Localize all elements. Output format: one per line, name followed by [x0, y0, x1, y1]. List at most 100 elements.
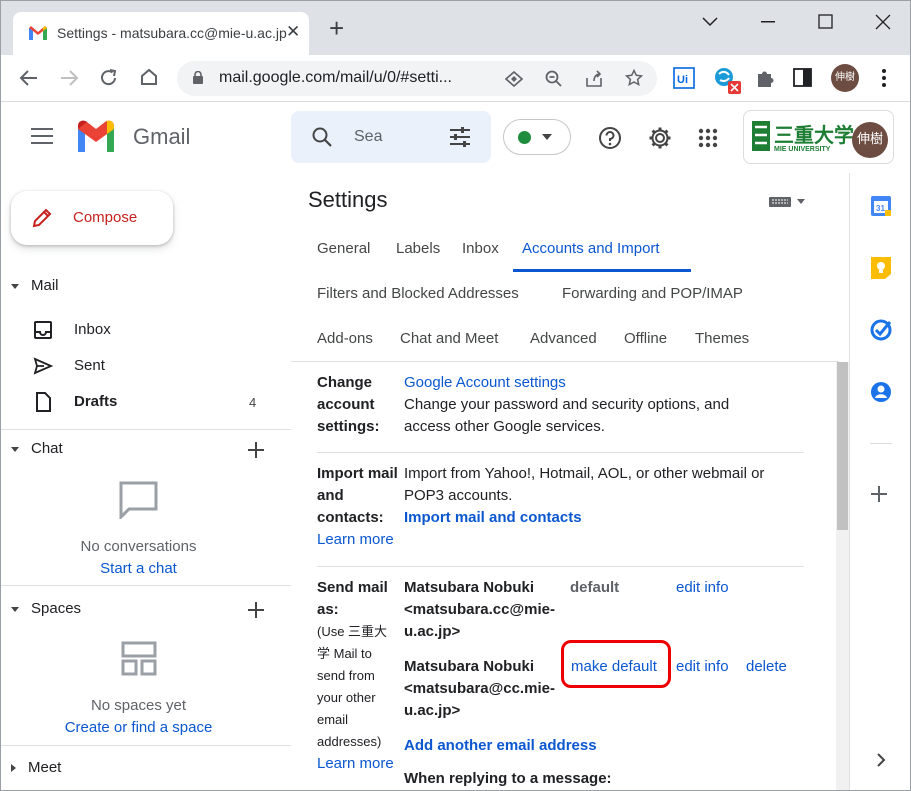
- tab-offline[interactable]: Offline: [624, 330, 667, 347]
- browser-tab[interactable]: Settings - matsubara.cc@mie-u.ac.jp ✕: [13, 12, 309, 55]
- tab-search-chevron-icon[interactable]: [701, 15, 719, 27]
- edit-info-link-2[interactable]: edit info: [676, 656, 729, 678]
- settings-main: Settings General Labels Inbox Accounts a…: [291, 173, 849, 790]
- main-menu-icon[interactable]: [31, 128, 53, 146]
- edit-info-link[interactable]: edit info: [676, 577, 729, 599]
- default-badge: default: [570, 579, 620, 596]
- back-icon[interactable]: [19, 69, 39, 87]
- sidebar-item-inbox[interactable]: Inbox: [31, 315, 281, 345]
- chat-section-header[interactable]: Chat: [11, 440, 63, 457]
- search-options-icon[interactable]: [449, 127, 471, 147]
- zoom-icon[interactable]: [545, 70, 563, 88]
- spaces-grid-icon: [121, 641, 157, 676]
- import-learn-more-link[interactable]: Learn more: [317, 529, 398, 551]
- divider: [1, 429, 291, 430]
- import-mail-contacts-link[interactable]: Import mail and contacts: [404, 507, 764, 529]
- home-icon[interactable]: [139, 67, 159, 87]
- collapse-arrow-icon: [11, 283, 19, 289]
- side-panel: 31: [849, 173, 910, 790]
- start-chat-link[interactable]: Start a chat: [1, 560, 276, 577]
- tab-close-icon[interactable]: ✕: [286, 22, 300, 42]
- status-active-icon: [518, 131, 531, 144]
- share-icon[interactable]: [585, 70, 603, 88]
- tab-chat-and-meet[interactable]: Chat and Meet: [400, 330, 498, 347]
- tab-forwarding[interactable]: Forwarding and POP/IMAP: [562, 285, 743, 302]
- chevron-down-icon: [542, 134, 552, 140]
- expand-arrow-icon: [11, 764, 16, 773]
- side-panel-icon[interactable]: [793, 68, 813, 88]
- browser-menu-icon[interactable]: [879, 68, 889, 88]
- bookmark-star-icon[interactable]: [625, 69, 643, 87]
- sidebar-item-sent[interactable]: Sent: [31, 351, 281, 381]
- keep-icon[interactable]: [870, 256, 892, 280]
- tab-inbox[interactable]: Inbox: [462, 240, 499, 257]
- tabs-divider: [291, 361, 839, 362]
- tab-general[interactable]: General: [317, 240, 370, 257]
- gmail-logo-icon[interactable]: [75, 120, 117, 152]
- spaces-section-header[interactable]: Spaces: [11, 600, 81, 617]
- send-as-learn-more-link[interactable]: Learn more: [317, 753, 394, 775]
- google-account-settings-link[interactable]: Google Account settings: [404, 372, 729, 394]
- row-divider: [317, 566, 804, 567]
- highlight-annotation: [561, 640, 671, 688]
- get-addons-plus-icon[interactable]: [870, 485, 888, 503]
- settings-gear-icon[interactable]: [648, 126, 672, 150]
- search-icon[interactable]: [311, 126, 333, 148]
- mail-section-header[interactable]: Mail: [11, 277, 59, 294]
- scrollbar[interactable]: [836, 362, 849, 790]
- url-text: mail.google.com/mail/u/0/#setti...: [219, 69, 452, 86]
- mail-search-box[interactable]: Sea: [291, 111, 491, 163]
- divider: [1, 745, 291, 746]
- tasks-icon[interactable]: [870, 319, 892, 341]
- add-another-email-link[interactable]: Add another email address: [404, 735, 597, 757]
- input-tools-keyboard-icon[interactable]: [769, 195, 809, 209]
- forward-icon[interactable]: [59, 69, 79, 87]
- gmail-header: Gmail Sea 三重大学 MIE UNIVERSITY 伸樹: [1, 102, 910, 173]
- google-account-button[interactable]: 三重大学 MIE UNIVERSITY 伸樹: [743, 110, 894, 164]
- status-selector[interactable]: [503, 119, 571, 155]
- tab-advanced[interactable]: Advanced: [530, 330, 597, 347]
- extensions-puzzle-icon[interactable]: [754, 67, 776, 89]
- sidebar-item-label: Inbox: [74, 321, 111, 338]
- new-tab-button[interactable]: +: [329, 15, 344, 41]
- profile-avatar[interactable]: 伸樹: [831, 64, 859, 92]
- tab-accounts-and-import[interactable]: Accounts and Import: [522, 240, 660, 257]
- search-input[interactable]: Sea: [354, 128, 382, 146]
- reload-icon[interactable]: [99, 68, 119, 88]
- create-space-link[interactable]: Create or find a space: [1, 719, 276, 736]
- send-as-label: Send mail as: (Use 三重大 学 Mail to send fr…: [317, 577, 394, 775]
- minimize-icon[interactable]: [761, 21, 777, 23]
- gmail-favicon-icon: [29, 26, 47, 40]
- translate-extension-icon[interactable]: [713, 66, 743, 96]
- tab-themes[interactable]: Themes: [695, 330, 749, 347]
- compose-button[interactable]: Compose: [11, 191, 173, 245]
- scrollbar-thumb[interactable]: [837, 362, 848, 530]
- active-tab-indicator: [513, 269, 691, 272]
- compose-pencil-icon: [32, 208, 52, 228]
- sent-icon: [33, 357, 53, 375]
- google-apps-icon[interactable]: [698, 128, 718, 148]
- calendar-icon[interactable]: 31: [870, 195, 892, 217]
- account-avatar[interactable]: 伸樹: [852, 122, 888, 158]
- svg-text:Ui: Ui: [677, 74, 688, 86]
- uipath-extension-icon[interactable]: Ui: [673, 67, 695, 89]
- delete-link[interactable]: delete: [746, 656, 787, 678]
- change-account-content: Google Account settings Change your pass…: [404, 372, 730, 435]
- sidebar-item-drafts[interactable]: Drafts 4: [31, 387, 281, 417]
- new-chat-plus-icon[interactable]: [247, 441, 265, 459]
- contacts-icon[interactable]: [870, 381, 892, 403]
- divider: [1, 585, 291, 586]
- install-app-icon[interactable]: [505, 71, 523, 87]
- support-icon[interactable]: [598, 126, 622, 150]
- tab-filters[interactable]: Filters and Blocked Addresses: [317, 285, 519, 302]
- address-bar[interactable]: mail.google.com/mail/u/0/#setti...: [177, 61, 657, 96]
- tab-add-ons[interactable]: Add-ons: [317, 330, 373, 347]
- new-space-plus-icon[interactable]: [247, 601, 265, 619]
- lock-icon: [193, 71, 203, 84]
- window-close-icon[interactable]: [875, 14, 891, 30]
- collapse-arrow-icon: [11, 446, 19, 452]
- tab-labels[interactable]: Labels: [396, 240, 440, 257]
- meet-section-header[interactable]: Meet: [11, 759, 61, 776]
- maximize-icon[interactable]: [818, 14, 834, 30]
- expand-panel-chevron-icon[interactable]: [875, 752, 887, 768]
